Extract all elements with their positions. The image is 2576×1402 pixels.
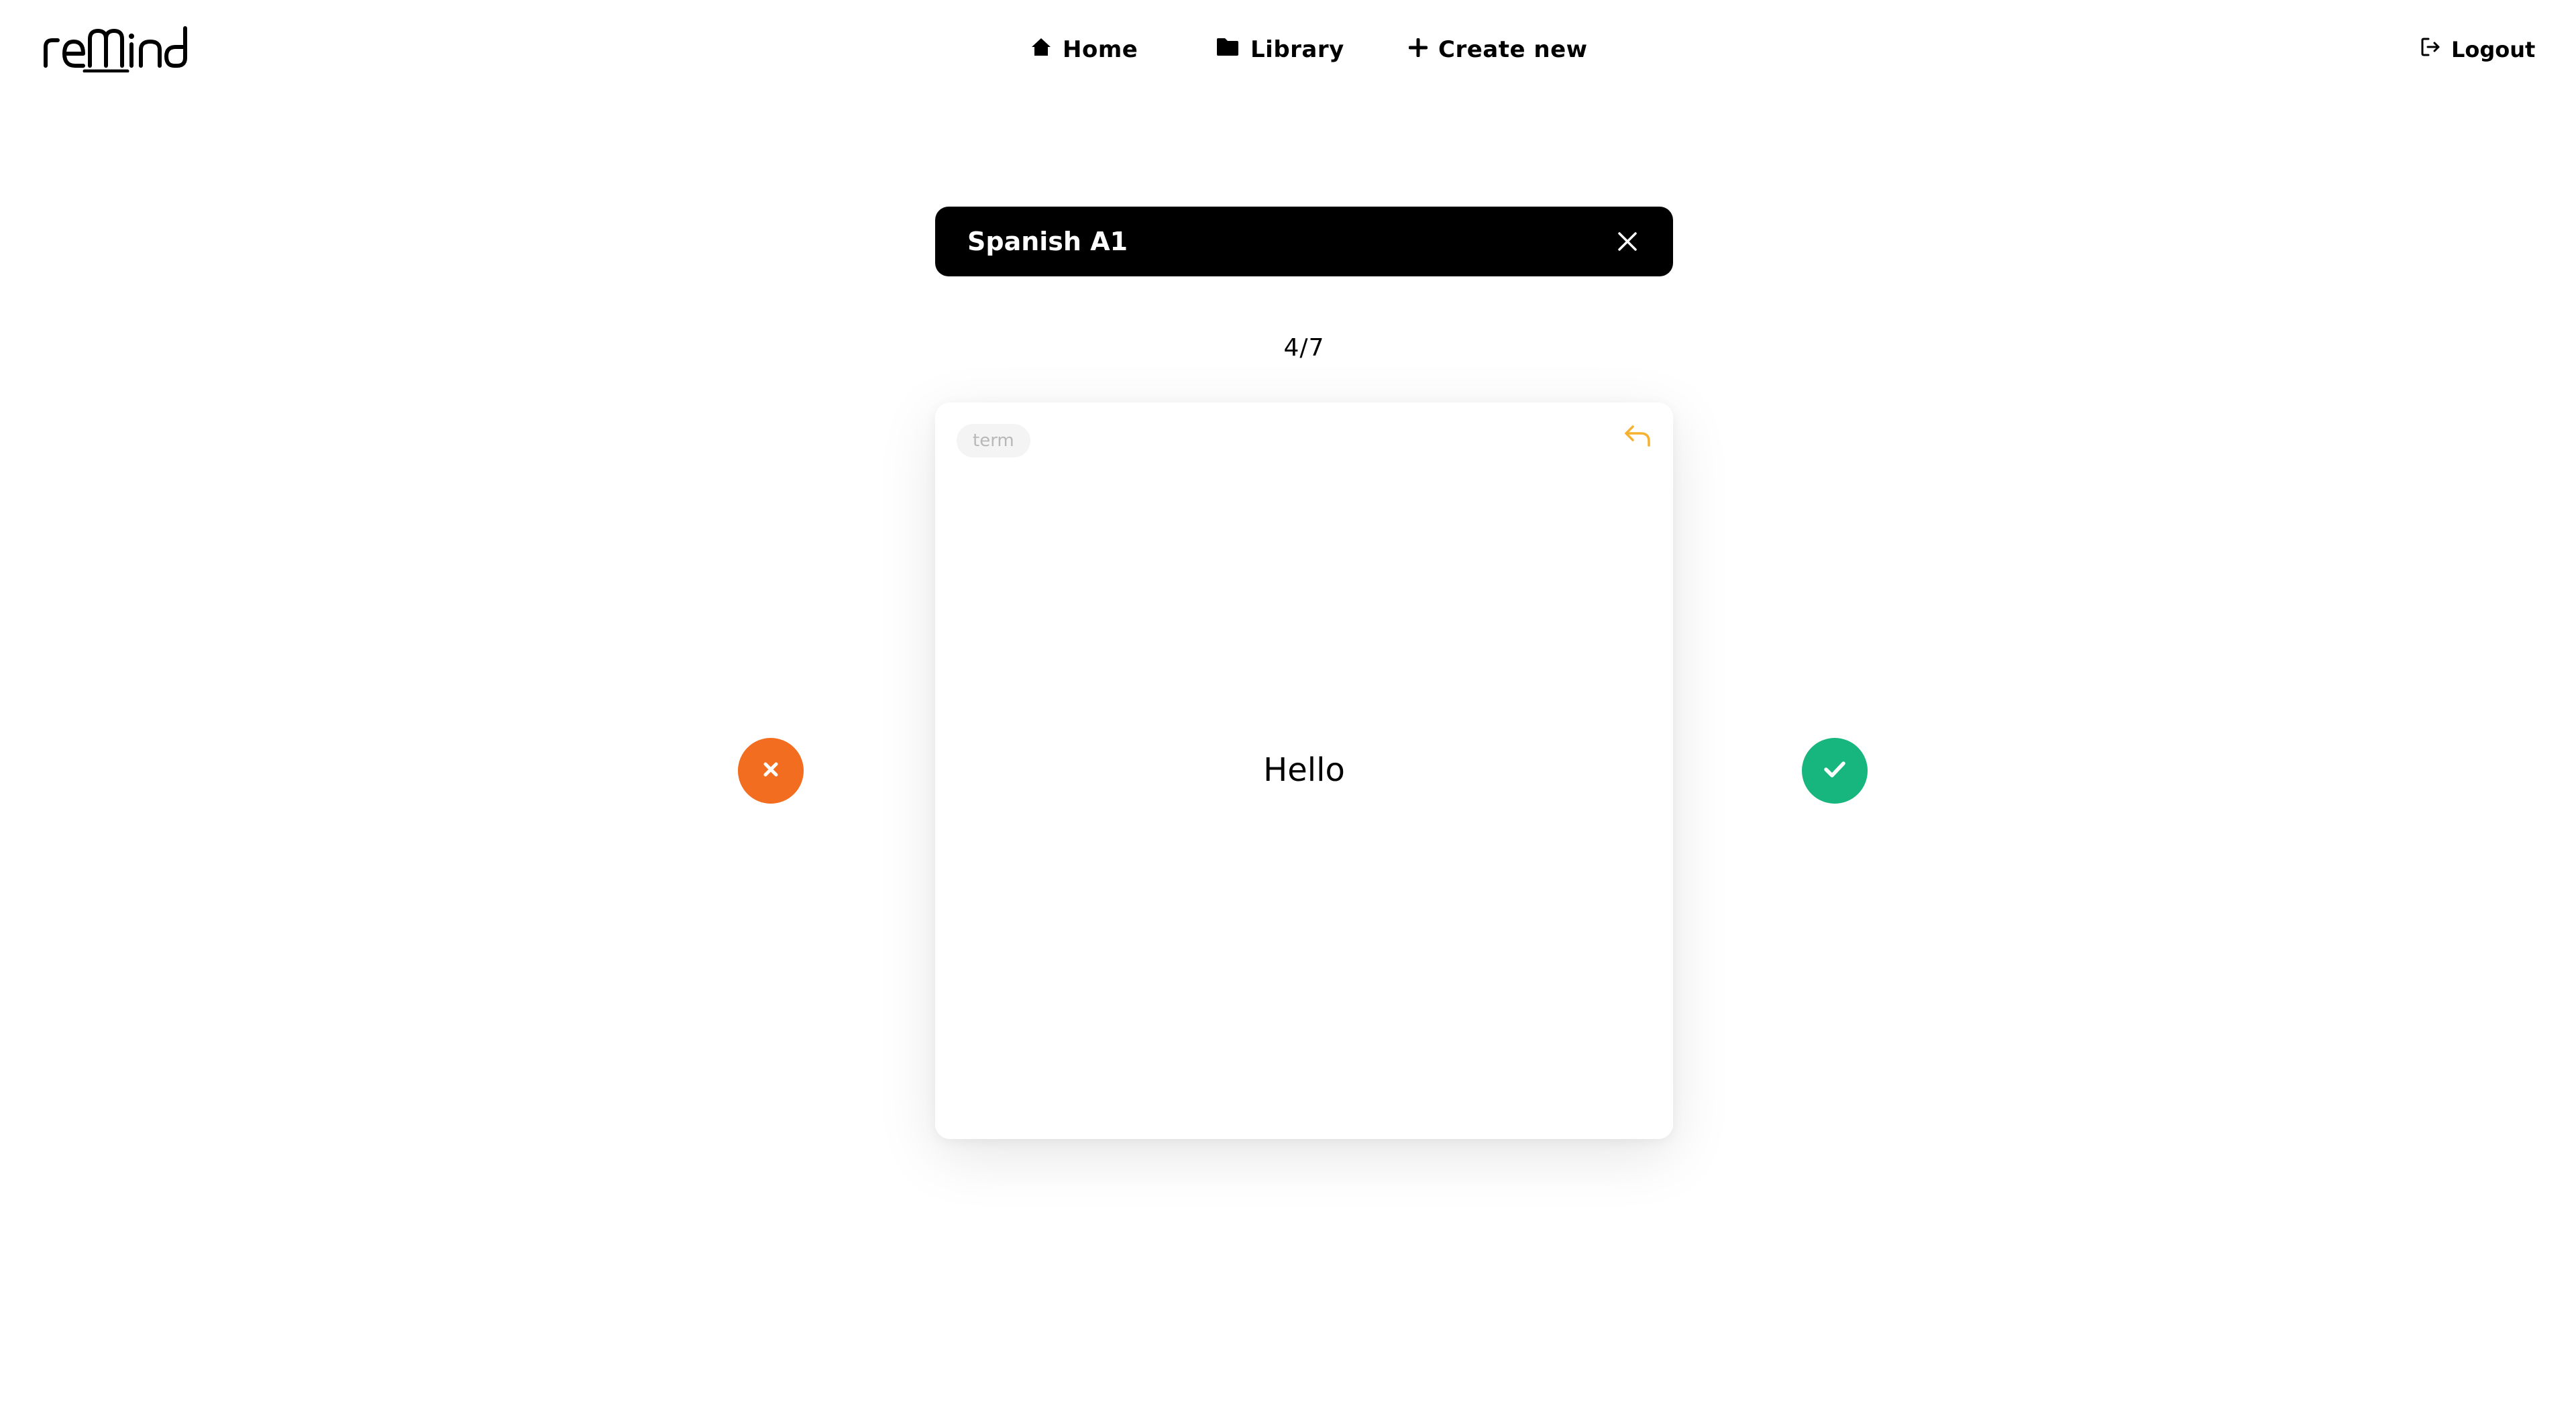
home-icon xyxy=(1030,36,1052,64)
nav-library-label: Library xyxy=(1250,36,1344,63)
logout-icon xyxy=(2420,37,2440,62)
logout-label: Logout xyxy=(2451,37,2536,62)
card-side-badge: term xyxy=(957,424,1030,457)
nav-library[interactable]: Library xyxy=(1216,32,1344,67)
card-term-text: Hello xyxy=(1263,751,1345,789)
close-icon[interactable] xyxy=(1614,228,1641,255)
nav-home[interactable]: Home xyxy=(1030,32,1138,67)
mark-wrong-button[interactable] xyxy=(738,738,804,804)
remind-logo[interactable] xyxy=(42,24,200,72)
nav-create-new-label: Create new xyxy=(1438,36,1588,63)
mark-correct-button[interactable] xyxy=(1802,738,1868,804)
logout-button[interactable]: Logout xyxy=(2420,32,2535,67)
plus-icon xyxy=(1408,36,1428,63)
nav-home-label: Home xyxy=(1063,36,1138,63)
deck-title: Spanish A1 xyxy=(967,227,1128,256)
undo-arrow-icon[interactable] xyxy=(1623,424,1653,448)
deck-title-bar: Spanish A1 xyxy=(935,207,1673,276)
progress-counter: 4/7 xyxy=(1283,334,1325,362)
check-icon xyxy=(1823,759,1846,782)
folder-icon xyxy=(1216,36,1240,63)
x-icon xyxy=(761,760,780,781)
flashcard[interactable]: term Hello xyxy=(935,402,1673,1139)
nav-create-new[interactable]: Create new xyxy=(1408,32,1588,67)
